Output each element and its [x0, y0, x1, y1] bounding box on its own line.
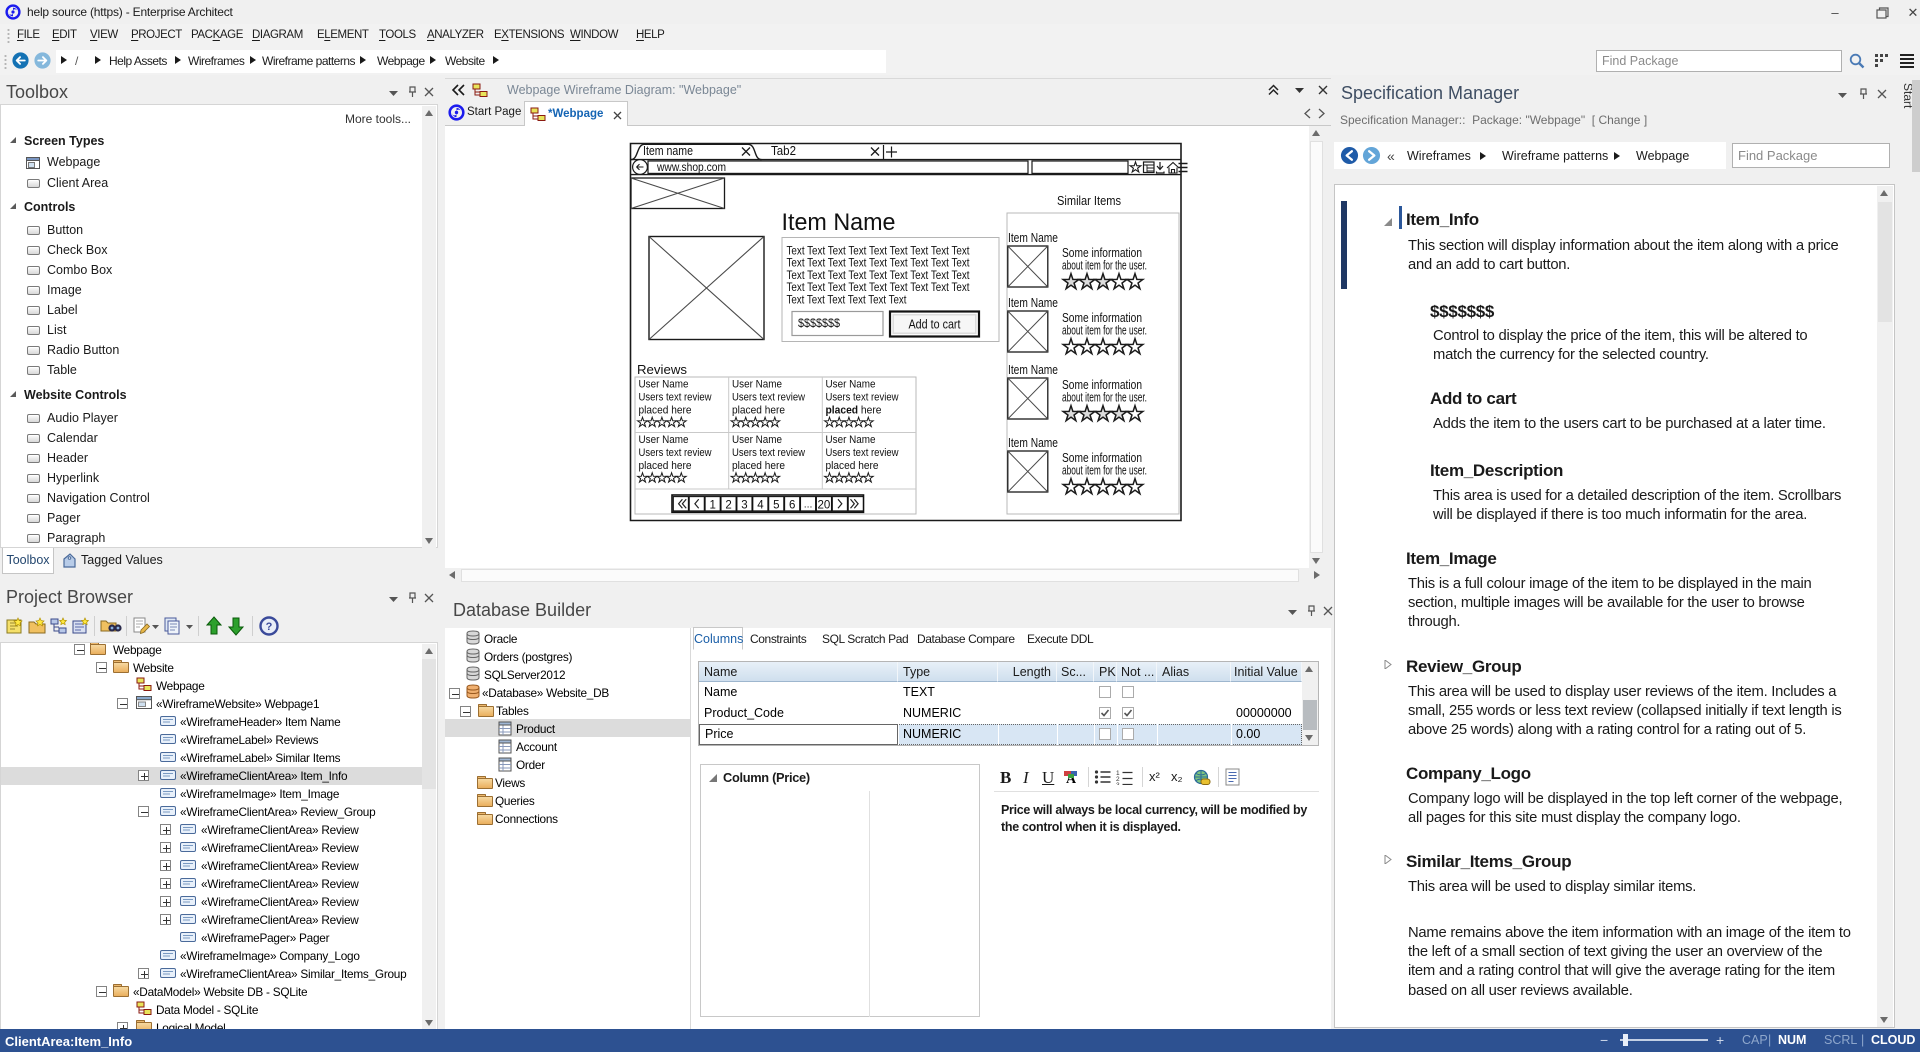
svg-text:Reviews: Reviews [637, 363, 687, 377]
svg-text:about item for the user.: about item for the user. [1062, 259, 1147, 273]
svg-text:placed here: placed here [732, 405, 785, 417]
svg-text:User Name: User Name [826, 379, 876, 391]
svg-text:4: 4 [757, 499, 764, 511]
svg-text:User Name: User Name [639, 434, 689, 446]
svg-text:Users text review: Users text review [732, 447, 806, 459]
svg-text:placed here: placed here [639, 405, 692, 417]
svg-text:User Name: User Name [826, 434, 876, 446]
svg-text:placed here: placed here [732, 460, 785, 472]
svg-text:about item for the user.: about item for the user. [1062, 464, 1147, 478]
svg-text:Text Text Text Text Text Text: Text Text Text Text Text Text Text Text … [787, 269, 971, 282]
svg-text:20: 20 [818, 499, 831, 511]
svg-text:Users text review: Users text review [826, 447, 900, 459]
svg-text:Text Text Text Text Text Text: Text Text Text Text Text Text [787, 293, 908, 306]
svg-text:User Name: User Name [732, 434, 782, 446]
svg-text:3: 3 [741, 499, 747, 511]
svg-text:Tab2: Tab2 [771, 144, 796, 158]
svg-text:1: 1 [709, 499, 715, 511]
svg-text:3: 3 [1116, 782, 1120, 785]
svg-text:Text Text Text Text Text Text: Text Text Text Text Text Text Text Text … [787, 245, 971, 258]
svg-text:5: 5 [773, 499, 779, 511]
svg-text:$$$$$$$: $$$$$$$ [798, 316, 840, 330]
svg-text:User Name: User Name [732, 379, 782, 391]
svg-text:Item Name: Item Name [1008, 436, 1058, 450]
svg-text:Users text review: Users text review [639, 447, 713, 459]
svg-text:Add to cart: Add to cart [909, 318, 961, 332]
svg-text:Item name: Item name [643, 144, 693, 158]
svg-text:...: ... [804, 499, 813, 511]
svg-text:Item Name: Item Name [1008, 231, 1058, 245]
svg-text:?: ? [266, 621, 273, 633]
svg-text:User Name: User Name [639, 379, 689, 391]
svg-text:Text Text Text Text Text Text: Text Text Text Text Text Text Text Text … [787, 281, 971, 294]
svg-text:placed here: placed here [826, 460, 879, 472]
svg-text:about item for the user.: about item for the user. [1062, 324, 1147, 338]
svg-text:Item Name: Item Name [1008, 363, 1058, 377]
svg-text:Similar Items: Similar Items [1057, 194, 1121, 208]
svg-text:Item Name: Item Name [1008, 296, 1058, 310]
svg-text:Text Text Text Text Text Text: Text Text Text Text Text Text Text Text … [787, 257, 971, 270]
svg-text:placed here: placed here [639, 460, 692, 472]
svg-text:6: 6 [789, 499, 795, 511]
svg-text:2: 2 [725, 499, 731, 511]
svg-text:Users text review: Users text review [732, 392, 806, 404]
svg-text:Users text review: Users text review [826, 392, 900, 404]
svg-text:placed here: placed here [826, 405, 882, 417]
svg-text:www.shop.com: www.shop.com [656, 160, 726, 174]
svg-text:Users text review: Users text review [639, 392, 713, 404]
svg-text:about item for the user.: about item for the user. [1062, 391, 1147, 405]
svg-text:Item Name: Item Name [782, 209, 896, 236]
